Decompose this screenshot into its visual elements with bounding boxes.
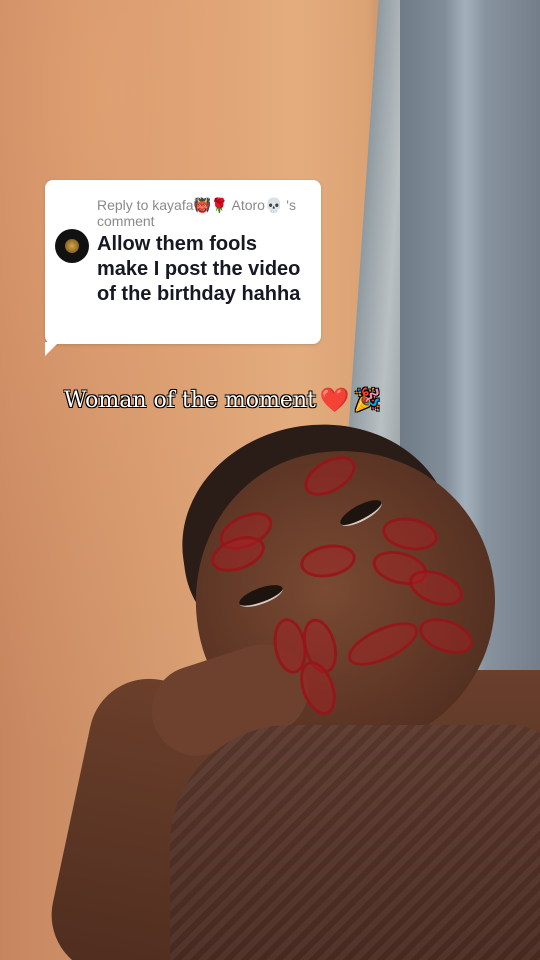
- reply-comment-text: Allow them fools make I post the video o…: [97, 233, 301, 305]
- reply-header: Reply to kayafa👹🌹 Atoro💀 's comment: [97, 197, 317, 229]
- skull-icon: 💀: [264, 197, 283, 213]
- reply-comment-label: comment: [97, 213, 155, 229]
- video-caption: Woman of the moment ❤️ 🎉: [64, 386, 381, 414]
- commenter-avatar[interactable]: [55, 229, 89, 263]
- heart-icon: ❤️: [319, 386, 350, 414]
- lion-logo-icon: [65, 239, 79, 253]
- reply-comment-sticker[interactable]: Reply to kayafa👹🌹 Atoro💀 's comment Allo…: [45, 180, 321, 344]
- caption-text: Woman of the moment: [64, 387, 316, 413]
- reply-prefix: Reply to kayafa: [97, 197, 194, 213]
- reply-suffix: 's: [286, 197, 296, 213]
- reply-username: Atoro: [231, 197, 265, 213]
- party-popper-icon: 🎉: [353, 387, 382, 413]
- reply-emoji: 👹🌹: [193, 197, 229, 213]
- brown-towel: [170, 725, 540, 960]
- reply-bubble-tail: [45, 342, 59, 356]
- video-frame[interactable]: [0, 0, 540, 960]
